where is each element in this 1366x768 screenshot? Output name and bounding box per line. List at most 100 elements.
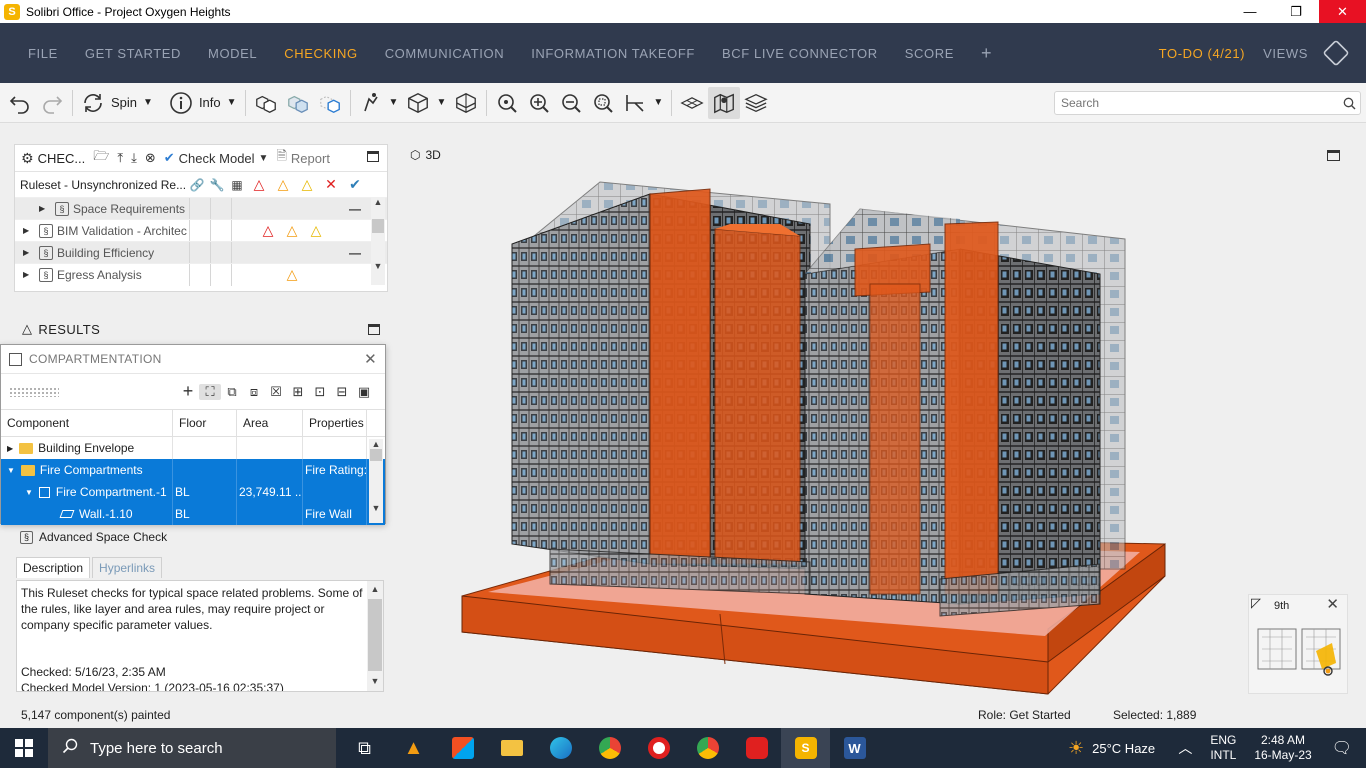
expand-arrow-icon[interactable]: ▶ xyxy=(23,270,33,279)
close-icon[interactable]: ✕ xyxy=(364,350,377,368)
table-row[interactable]: ▼ Fire Compartment.-1 BL 23,749.11 ... xyxy=(1,481,385,503)
scrollbar-thumb[interactable] xyxy=(370,449,382,461)
scroll-down-icon[interactable]: ▼ xyxy=(367,673,383,689)
chrome-app-2[interactable] xyxy=(683,728,732,768)
upload-button[interactable]: ⤒ xyxy=(117,150,123,166)
drag-grip[interactable] xyxy=(9,386,59,397)
menu-file[interactable]: FILE xyxy=(28,46,58,61)
scrollbar-thumb[interactable] xyxy=(368,599,382,671)
tab-hyperlinks[interactable]: Hyperlinks xyxy=(92,557,163,578)
open-ruleset-button[interactable]: 🗁 xyxy=(93,147,109,169)
download-button[interactable]: ⤓ xyxy=(131,150,137,166)
search-icon[interactable] xyxy=(1338,97,1360,110)
column-area[interactable]: Area xyxy=(237,410,303,436)
show-selected-button[interactable] xyxy=(314,87,346,119)
report-button[interactable]: 🗎 Report xyxy=(276,147,329,169)
isolate-components-button[interactable] xyxy=(282,87,314,119)
taskbar-search[interactable]: Type here to search xyxy=(48,728,336,768)
remove-from-compartment-icon[interactable]: ⧈ xyxy=(243,384,265,400)
column-component[interactable]: Component xyxy=(1,410,173,436)
start-button[interactable] xyxy=(0,728,48,768)
floor-minimap[interactable]: ◸ 9th ✕ xyxy=(1248,594,1348,694)
expand-arrow-icon[interactable]: ▶ xyxy=(7,444,13,453)
close-button[interactable]: ✕ xyxy=(1319,0,1366,23)
remove-ruleset-button[interactable]: ⊗ xyxy=(145,150,156,166)
add-to-compartment-icon[interactable]: ⧉ xyxy=(221,384,243,400)
table-row[interactable]: ▼ Fire Compartments Fire Rating: xyxy=(1,459,385,481)
close-icon[interactable]: ✕ xyxy=(1326,595,1339,613)
table-row[interactable]: Wall.-1.10 BL Fire Wall xyxy=(1,503,385,525)
opera-app[interactable] xyxy=(634,728,683,768)
ruleset-row[interactable]: ▶ § Building Efficiency — xyxy=(15,241,387,264)
chrome-app[interactable] xyxy=(585,728,634,768)
zoom-out-button[interactable] xyxy=(555,87,587,119)
menu-score[interactable]: SCORE xyxy=(905,46,954,61)
vlc-app[interactable]: ▲ xyxy=(389,728,438,768)
solibri-app[interactable]: S xyxy=(781,728,830,768)
word-app[interactable]: W xyxy=(830,728,879,768)
layers-button[interactable] xyxy=(740,87,772,119)
delete-icon[interactable]: ☒ xyxy=(265,384,287,400)
scroll-down-icon[interactable]: ▼ xyxy=(369,503,383,513)
views-icon[interactable] xyxy=(1322,39,1350,67)
accepted-icon[interactable]: ✔ xyxy=(343,176,367,193)
minimize-button[interactable]: — xyxy=(1227,0,1273,23)
scroll-up-icon[interactable]: ▲ xyxy=(369,439,383,449)
maximize-panel-icon[interactable] xyxy=(368,324,380,335)
wrench-icon[interactable]: 🔧 xyxy=(207,178,227,192)
zoom-in-button[interactable] xyxy=(523,87,555,119)
menu-model[interactable]: MODEL xyxy=(208,46,257,61)
ruleset-row[interactable]: ▶ § Egress Analysis △ xyxy=(15,263,387,286)
maximize-panel-icon[interactable]: ▣ xyxy=(353,384,375,400)
expand-arrow-icon[interactable]: ▶ xyxy=(23,226,33,235)
section-box-button[interactable] xyxy=(450,87,482,119)
tray-expand-chevron-icon[interactable]: ︿ xyxy=(1178,738,1192,758)
collapse-arrow-icon[interactable]: ▼ xyxy=(7,466,15,475)
meeting-app[interactable] xyxy=(732,728,781,768)
compartmentation-scrollbar[interactable]: ▲ ▼ xyxy=(369,439,383,523)
undo-button[interactable] xyxy=(4,87,36,119)
folder-add-icon[interactable]: ⊞ xyxy=(287,384,309,400)
collapse-arrow-icon[interactable]: ▼ xyxy=(25,488,33,497)
zoom-window-button[interactable] xyxy=(587,87,619,119)
slab-view-button[interactable] xyxy=(676,87,708,119)
spin-dropdown[interactable]: Spin ▼ xyxy=(77,87,157,119)
scroll-down-icon[interactable]: ▼ xyxy=(371,261,385,271)
notification-icon[interactable]: 🗨 xyxy=(1332,738,1352,758)
rejected-icon[interactable]: ✕ xyxy=(319,176,343,193)
scroll-up-icon[interactable]: ▲ xyxy=(371,197,385,207)
compartmentation-title-bar[interactable]: COMPARTMENTATION ✕ xyxy=(1,345,385,373)
menu-get-started[interactable]: GET STARTED xyxy=(85,46,181,61)
description-scrollbar[interactable]: ▲ ▼ xyxy=(367,581,383,691)
task-view-button[interactable]: ⧉ xyxy=(340,728,389,768)
menu-information-takeoff[interactable]: INFORMATION TAKEOFF xyxy=(531,46,695,61)
ruleset-scrollbar[interactable]: ▲ ▼ xyxy=(371,197,385,285)
map-view-button[interactable] xyxy=(708,86,741,119)
redo-button[interactable] xyxy=(36,87,68,119)
column-floor[interactable]: Floor xyxy=(173,410,237,436)
building-model[interactable] xyxy=(400,124,1366,704)
add-layout-button[interactable]: + xyxy=(981,43,992,64)
todo-button[interactable]: TO-DO (4/21) xyxy=(1159,46,1245,61)
hide-components-button[interactable] xyxy=(250,87,282,119)
lock-icon[interactable]: ⊡ xyxy=(309,384,331,400)
3d-view[interactable]: ⬡ 3D ◸ 9th ✕ xyxy=(400,124,1366,704)
column-properties[interactable]: Properties xyxy=(303,410,367,436)
clock[interactable]: 2:48 AM 16-May-23 xyxy=(1254,733,1311,763)
critical-warning-icon[interactable]: △ xyxy=(247,176,271,193)
tab-description[interactable]: Description xyxy=(16,557,91,578)
views-button[interactable]: VIEWS xyxy=(1263,46,1308,61)
low-warning-icon[interactable]: △ xyxy=(295,176,319,193)
language-indicator[interactable]: ENG INTL xyxy=(1210,733,1236,763)
table-icon[interactable]: ▦ xyxy=(227,178,247,192)
role-indicator[interactable]: Role: Get Started xyxy=(978,708,1071,722)
floor-plan-thumbnail[interactable] xyxy=(1254,623,1344,683)
menu-bcf-live-connector[interactable]: BCF LIVE CONNECTOR xyxy=(722,46,878,61)
scrollbar-thumb[interactable] xyxy=(372,219,384,233)
add-icon[interactable]: + xyxy=(177,381,199,402)
moderate-warning-icon[interactable]: △ xyxy=(271,176,295,193)
walk-mode-dropdown[interactable]: ▼ xyxy=(355,87,403,119)
minimap-pin-icon[interactable]: ◸ xyxy=(1251,595,1261,611)
weather-widget[interactable]: ☀ 25°C Haze xyxy=(1068,728,1155,768)
auto-compartment-icon[interactable]: ⛶ xyxy=(199,383,221,400)
